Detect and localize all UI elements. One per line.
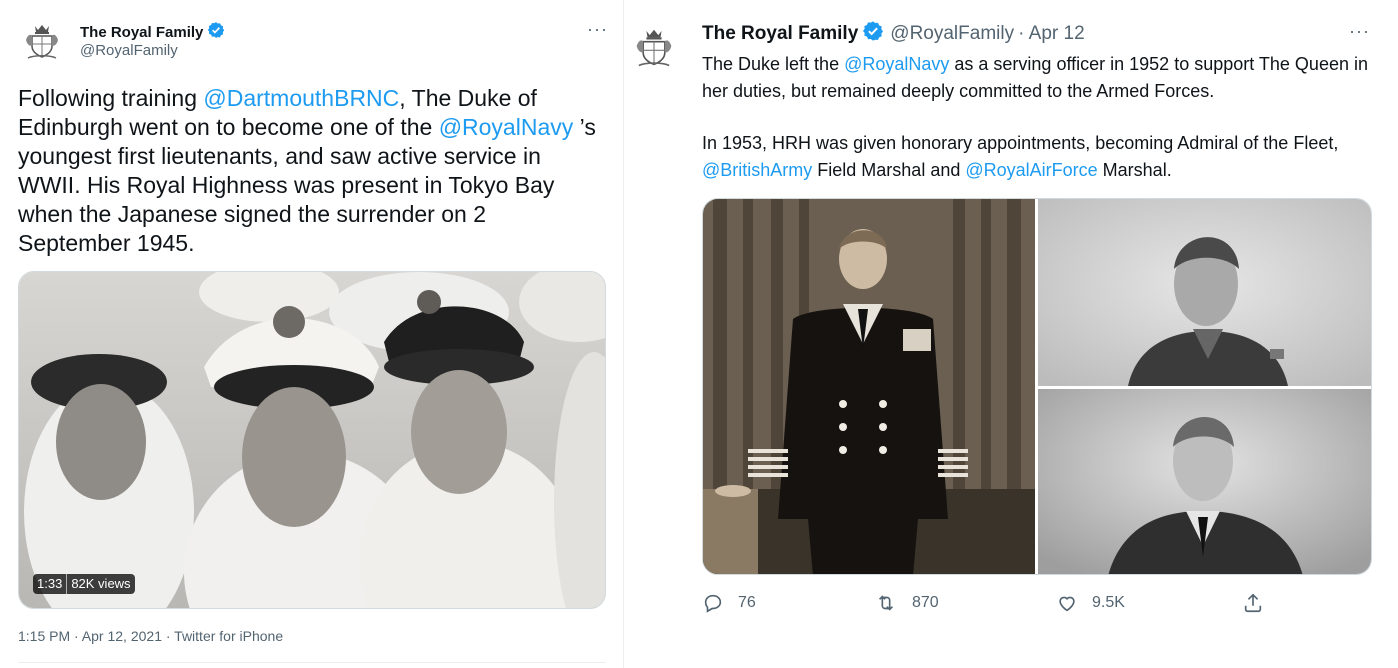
avatar-royal-crest[interactable] [18,16,66,64]
tweet-paragraph-2: In 1953, HRH was given honorary appointm… [702,130,1372,183]
tweet-text-segment: In 1953, HRH was given honorary appointm… [702,133,1339,153]
tweet-text-segment: Following training [18,85,204,111]
retweet-icon [878,595,894,611]
author-name[interactable]: The Royal Family [80,24,203,41]
tweet-bottom-divider [18,662,606,663]
like-count: 9.5K [1092,594,1125,611]
tweet-actions: 76 870 9.5K [702,592,1362,622]
video-duration: 1:33 [37,576,63,591]
tweet-text: Following training @DartmouthBRNC, The D… [18,84,598,258]
mention-link-royalnavy[interactable]: @RoyalNavy [439,114,574,140]
photo-raf-uniform[interactable] [1038,389,1371,574]
verified-badge-icon [862,20,884,48]
share-icon [1244,593,1262,613]
share-button[interactable] [1242,592,1278,614]
tweet-left: The Royal Family @RoyalFamily ··· Follow… [0,0,623,668]
tweet-text-segment: Marshal. [1097,159,1172,180]
photo-admiral-uniform[interactable] [703,199,1035,574]
tweet-text-segment: The Duke left the [702,54,845,74]
video-info-badge: 1:33 82K views [33,574,135,594]
video-player[interactable]: 1:33 82K views [18,271,606,609]
mention-link-royalnavy[interactable]: @RoyalNavy [844,54,949,74]
tweet-right: The Royal Family @RoyalFamily · Apr 12 ·… [624,0,1398,668]
video-views: 82K views [71,576,131,591]
reply-button[interactable]: 76 [702,592,756,614]
author-row: The Royal Family [80,21,225,43]
author-row: The Royal Family @RoyalFamily · Apr 12 [702,20,1085,48]
more-options-button[interactable]: ··· [587,20,608,38]
mention-link-dartmouthbrnc[interactable]: @DartmouthBRNC [203,85,399,111]
tweet-timestamp[interactable]: 1:15 PM · Apr 12, 2021 · Twitter for iPh… [18,628,283,644]
author-handle[interactable]: @RoyalFamily [890,23,1014,45]
photo-army-uniform[interactable] [1038,199,1371,386]
tweet-text-segment: Field Marshal and [812,159,966,180]
tweet-date[interactable]: · Apr 12 [1018,23,1085,45]
reply-count: 76 [738,594,756,611]
more-options-button[interactable]: ··· [1349,22,1370,40]
heart-icon [1059,596,1075,612]
retweet-count: 870 [912,594,939,611]
tweet-text: The Duke left the @RoyalNavy as a servin… [702,51,1372,183]
retweet-button[interactable]: 870 [874,592,939,614]
author-handle[interactable]: @RoyalFamily [80,42,178,59]
photo-grid [702,198,1372,575]
mention-link-royalairforce[interactable]: @RoyalAirForce [965,160,1097,180]
mention-link-britisharmy[interactable]: @BritishArmy [702,160,812,180]
like-button[interactable]: 9.5K [1056,592,1125,614]
video-thumbnail [19,272,605,608]
avatar-royal-crest[interactable] [628,20,680,72]
reply-icon [704,594,722,613]
tweet-paragraph-1: The Duke left the @RoyalNavy as a servin… [702,51,1372,104]
verified-badge-icon [207,21,225,43]
author-name[interactable]: The Royal Family [702,23,858,45]
